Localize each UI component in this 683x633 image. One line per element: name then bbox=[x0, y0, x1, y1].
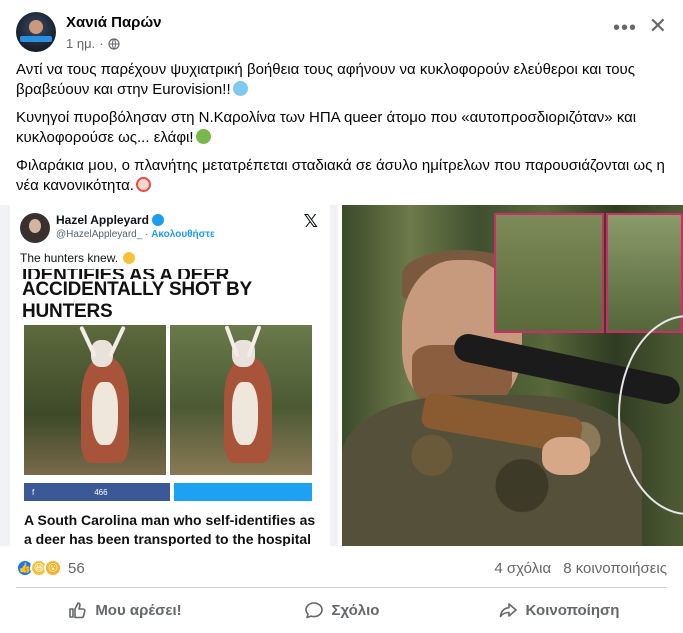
deer-photo-1 bbox=[24, 325, 166, 475]
globe-icon bbox=[107, 37, 120, 50]
deer-inset-2 bbox=[606, 213, 683, 333]
deer-costume-photos bbox=[24, 325, 312, 475]
divider bbox=[16, 587, 667, 588]
article-facebook-share: f 466 bbox=[24, 483, 170, 501]
deer-photo-2 bbox=[170, 325, 312, 475]
post-paragraph-3: Φιλαράκια μου, ο πλανήτης μετατρέπεται σ… bbox=[16, 157, 665, 194]
author-avatar[interactable] bbox=[16, 12, 56, 52]
comment-count[interactable]: 4 σχόλια bbox=[494, 560, 551, 577]
post-image-tweet[interactable]: Hazel Appleyard @HazelAppleyard_ · Ακολο… bbox=[0, 205, 338, 546]
share-icon bbox=[499, 603, 517, 618]
tweet-handle: @HazelAppleyard_ · Ακολουθήστε bbox=[56, 229, 215, 240]
post-text: Αντί να τους παρέχουν ψυχιατρική βοήθεια… bbox=[16, 60, 666, 204]
tweet-screenshot: Hazel Appleyard @HazelAppleyard_ · Ακολο… bbox=[10, 205, 330, 546]
x-logo-icon: 𝕏 bbox=[303, 211, 318, 231]
article-twitter-share bbox=[174, 483, 312, 501]
wow-reaction-icon: 😮 bbox=[44, 559, 62, 577]
tweet-avatar bbox=[20, 213, 50, 243]
post-meta: 1 ημ. · bbox=[66, 36, 120, 51]
reaction-summary[interactable]: 👍 😆 😮 56 bbox=[16, 559, 85, 577]
post-image-hunter[interactable] bbox=[342, 205, 683, 546]
article-share-bar: f 466 bbox=[24, 483, 312, 501]
post-time[interactable]: 1 ημ. bbox=[66, 36, 95, 51]
more-icon[interactable]: ••• bbox=[613, 18, 637, 38]
share-count[interactable]: 8 κοινοποιήσεις bbox=[563, 560, 667, 577]
verified-icon bbox=[151, 214, 164, 226]
grinning-sweat-emoji-icon bbox=[123, 252, 136, 264]
article-lead-text: A South Carolina man who self-identifies… bbox=[24, 512, 316, 546]
tweet-text: The hunters knew. bbox=[20, 251, 136, 265]
facebook-post-card: Χανιά Παρών 1 ημ. · ••• ✕ Αντί να τους π… bbox=[0, 0, 683, 633]
share-button[interactable]: Κοινοποίηση bbox=[450, 592, 667, 628]
news-article-image: IDENTIFIES AS A DEER ACCIDENTALLY SHOT B… bbox=[18, 269, 318, 546]
reaction-count: 56 bbox=[68, 559, 85, 577]
cold-face-emoji-icon bbox=[232, 81, 248, 96]
author-name[interactable]: Χανιά Παρών bbox=[66, 14, 161, 31]
post-stats: 👍 😆 😮 56 4 σχόλια 8 κοινοποιήσεις bbox=[16, 556, 667, 580]
post-header: Χανιά Παρών 1 ημ. · ••• ✕ bbox=[16, 12, 667, 56]
article-headline: IDENTIFIES AS A DEER ACCIDENTALLY SHOT B… bbox=[22, 269, 252, 322]
comment-button[interactable]: Σχόλιο bbox=[233, 592, 450, 628]
post-paragraph-2: Κυνηγοί πυροβόλησαν στη Ν.Καρολίνα των Η… bbox=[16, 109, 637, 146]
clown-face-emoji-icon bbox=[135, 177, 151, 192]
nauseated-face-emoji-icon bbox=[195, 129, 211, 144]
comment-icon bbox=[304, 602, 323, 619]
post-actions: Μου αρέσει! Σχόλιο Κοινοποίηση bbox=[16, 592, 667, 628]
like-button[interactable]: Μου αρέσει! bbox=[16, 592, 233, 628]
post-paragraph-1: Αντί να τους παρέχουν ψυχιατρική βοήθεια… bbox=[16, 61, 635, 98]
tweet-author: Hazel Appleyard bbox=[56, 213, 164, 227]
deer-inset-1 bbox=[494, 213, 604, 333]
like-icon bbox=[69, 602, 86, 619]
close-icon[interactable]: ✕ bbox=[649, 15, 667, 37]
tweet-follow-link: Ακολουθήστε bbox=[151, 229, 215, 240]
